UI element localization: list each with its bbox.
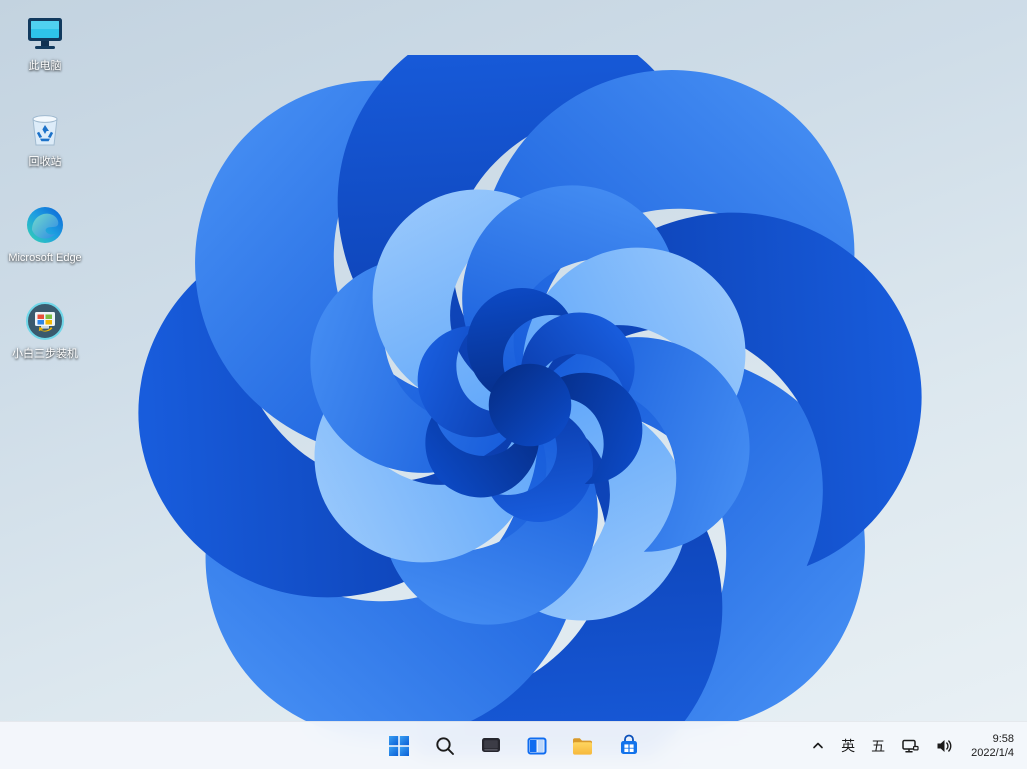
taskbar-center-buttons (379, 722, 649, 769)
tray-date: 2022/1/4 (971, 746, 1014, 759)
task-view-button[interactable] (471, 726, 511, 766)
network-icon (902, 739, 919, 753)
desktop-icon-recycle-bin[interactable]: 回收站 (6, 106, 84, 194)
taskbar-tray: 英 五 9:58 2022/1/4 (804, 722, 1023, 769)
ime-language-button[interactable]: 英 (834, 726, 862, 766)
desktop-icon-label: 回收站 (28, 156, 62, 168)
bloom-illustration-icon (63, 0, 997, 769)
folder-icon (573, 737, 592, 755)
clock-button[interactable]: 9:58 2022/1/4 (962, 726, 1023, 766)
widgets-button[interactable] (517, 726, 557, 766)
tray-overflow-button[interactable] (804, 726, 832, 766)
volume-button[interactable] (928, 726, 960, 766)
desktop-icon-microsoft-edge[interactable]: Microsoft Edge (6, 202, 84, 290)
chevron-up-icon (813, 742, 823, 749)
microsoft-edge-icon (22, 202, 68, 248)
network-button[interactable] (894, 726, 926, 766)
taskbar: 英 五 9:58 2022/1/4 (0, 721, 1027, 769)
widgets-icon (527, 737, 546, 755)
ime-mode-button[interactable]: 五 (864, 726, 892, 766)
speaker-icon (937, 740, 952, 752)
ime-language-label: 英 (841, 738, 856, 754)
file-explorer-button[interactable] (563, 726, 603, 766)
ime-mode-label: 五 (871, 738, 886, 754)
start-button[interactable] (379, 726, 419, 766)
desktop-icon-xiaobai-installer[interactable]: 小白三步装机 (6, 298, 84, 386)
desktop-icon-this-pc[interactable]: 此电脑 (6, 10, 84, 98)
store-bag-icon (620, 734, 637, 754)
task-view-icon (481, 738, 500, 752)
desktop-icon-label: Microsoft Edge (8, 252, 82, 264)
microsoft-store-button[interactable] (609, 726, 649, 766)
this-pc-icon (22, 10, 68, 56)
desktop-icon-label: 此电脑 (28, 60, 62, 72)
wallpaper-bloom (63, 0, 997, 769)
xiaobai-installer-icon (22, 298, 68, 344)
desktop-icon-label: 小白三步装机 (12, 348, 78, 360)
windows-logo-icon (388, 736, 409, 756)
search-button[interactable] (425, 726, 465, 766)
recycle-bin-icon (22, 106, 68, 152)
tray-time: 9:58 (992, 732, 1014, 745)
search-icon (435, 737, 454, 755)
desktop-icon-list: 此电脑 回收站 Microsoft Edge 小白三步装机 (6, 10, 84, 386)
